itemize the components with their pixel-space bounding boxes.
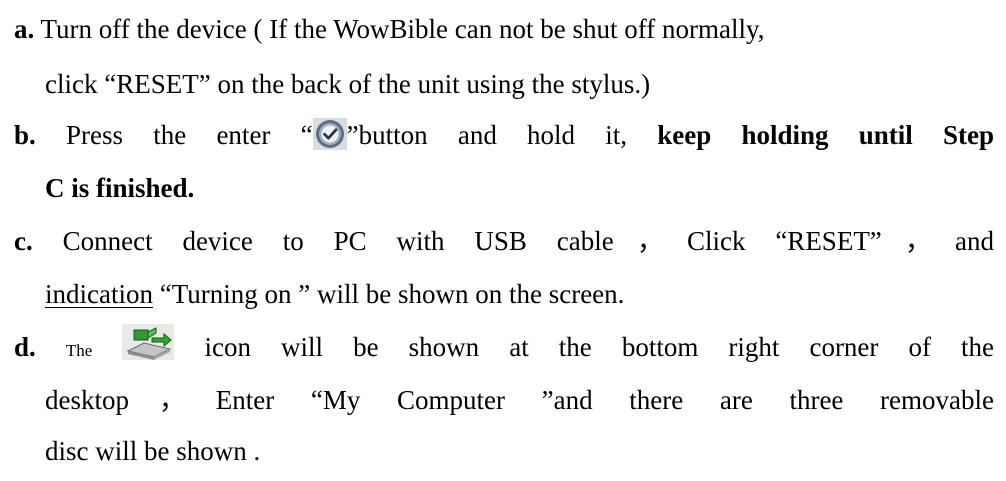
step-a-marker: a.	[14, 14, 35, 44]
step-b-line-2: C is finished.	[45, 173, 194, 203]
step-d-text-2: desktop，Enter “My Computer ”and there ar…	[45, 385, 994, 415]
step-b-bold-tail: keep holding until Step	[657, 120, 995, 150]
usb-removable-device-icon	[122, 324, 175, 360]
step-a-line-2: click “RESET” on the back of the unit us…	[45, 69, 650, 99]
step-d-line-1: d. The icon will be shown at the bottom …	[14, 324, 995, 368]
enter-check-icon	[312, 117, 347, 150]
step-d-small-word: The	[65, 341, 93, 361]
step-c-line-1: c. Connect device to PC with USB cable，C…	[14, 226, 994, 256]
step-b-text-before: Press the enter “	[66, 120, 313, 150]
manual-instructions: a. Turn off the device ( If the WowBible…	[0, 0, 1006, 481]
step-c-text-1: Connect device to PC with USB cable，Clic…	[62, 226, 995, 256]
step-c-text-2: “Turning on ” will be shown on the scree…	[159, 279, 625, 309]
step-b-bold-line-2: C is finished.	[45, 173, 195, 203]
step-b-marker: b.	[14, 120, 36, 150]
step-a-text-1: Turn off the device ( If the WowBible ca…	[40, 14, 765, 44]
step-d-text-after: icon will be shown at the bottom right c…	[204, 332, 995, 363]
step-d-marker: d.	[14, 332, 36, 363]
step-d-line-2: desktop，Enter “My Computer ”and there ar…	[45, 385, 994, 415]
step-c-marker: c.	[14, 226, 33, 256]
step-b-text-after: ”button and hold it,	[346, 120, 628, 150]
step-b-line-1: b. Press the enter “ ”button and hold it…	[14, 117, 995, 154]
step-d-line-3: disc will be shown .	[45, 436, 260, 466]
step-c-line-2: indication “Turning on ” will be shown o…	[45, 279, 624, 309]
step-a-line-1: a. Turn off the device ( If the WowBible…	[14, 14, 994, 44]
step-d-text-3: disc will be shown .	[45, 436, 261, 466]
step-c-underlined-word: indication	[45, 279, 153, 309]
step-a-text-2: click “RESET” on the back of the unit us…	[45, 69, 651, 99]
